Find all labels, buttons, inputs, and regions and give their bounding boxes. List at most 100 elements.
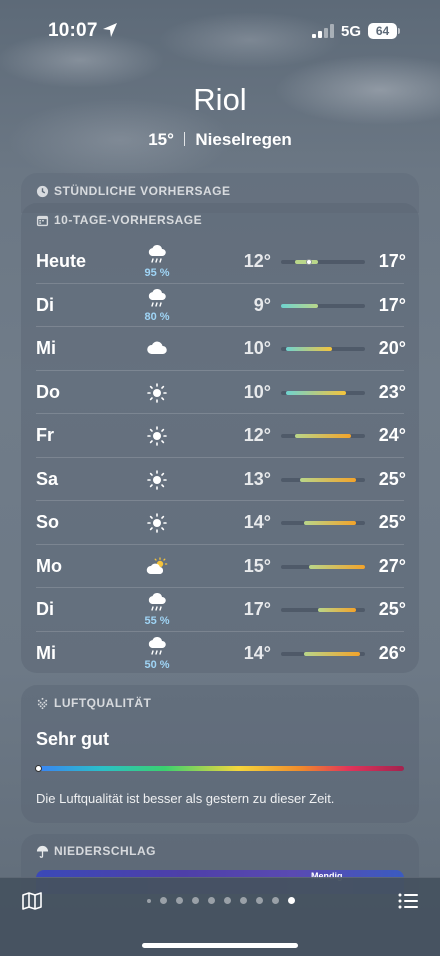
day-name: Di: [36, 599, 54, 619]
page-dot[interactable]: [272, 897, 279, 904]
status-bar: 10:07 5G 64: [0, 0, 440, 54]
sun-icon: [146, 382, 168, 404]
day-name: Sa: [36, 468, 59, 489]
air-quality-header: LUFTQUALITÄT: [36, 696, 151, 710]
day-low-temp: 17°: [243, 599, 271, 619]
battery-tip: [398, 28, 400, 34]
precipitation-header: NIEDERSCHLAG: [36, 844, 156, 858]
temp-range-track: [281, 608, 365, 612]
day-name: Di: [36, 294, 54, 315]
air-quality-card[interactable]: LUFTQUALITÄT Sehr gut Die Luftqualität i…: [21, 685, 419, 823]
temp-range-bar: [295, 434, 351, 438]
day-name: Heute: [36, 251, 87, 271]
day-low-temp: 10°: [243, 338, 271, 358]
temp-range-bar: [304, 651, 361, 656]
day-name: Fr: [36, 425, 54, 445]
page-dot[interactable]: [240, 897, 247, 904]
status-time: 10:07: [48, 20, 98, 41]
day-high-temp: 25°: [378, 599, 406, 619]
daily-header-label: 10-TAGE-VORHERSAGE: [54, 213, 203, 227]
partly-cloudy-icon: [146, 556, 168, 578]
daily-header: 10-TAGE-VORHERSAGE: [36, 213, 202, 227]
rain-cloud-icon: [146, 288, 168, 310]
clock-icon: [36, 185, 49, 197]
page-dot[interactable]: [208, 897, 215, 904]
air-quality-indicator: [35, 765, 42, 772]
air-quality-description: Die Luftqualität ist besser als gestern …: [36, 791, 335, 806]
temp-range-track: [281, 390, 365, 395]
day-low-temp: 13°: [243, 468, 271, 489]
day-row[interactable]: Di 55 % 17° 25°: [36, 588, 406, 632]
day-low-temp: 10°: [243, 381, 271, 402]
precip-probability: 55 %: [144, 615, 170, 627]
day-row[interactable]: So 14° 25°: [36, 501, 406, 545]
day-low-temp: 12°: [243, 425, 271, 445]
air-quality-icon: [37, 697, 48, 709]
day-low-temp: 15°: [243, 555, 271, 576]
temp-range-bar: [318, 608, 356, 612]
day-row[interactable]: Heute 95 % 12° 17°: [36, 240, 406, 284]
precip-probability: 95 %: [144, 267, 170, 279]
calendar-icon: [36, 215, 49, 226]
temp-range-track: [281, 477, 365, 482]
page-indicator[interactable]: [0, 897, 440, 904]
day-row[interactable]: Sa 13° 25°: [36, 458, 406, 501]
air-quality-scale: [36, 766, 404, 771]
day-low-temp: 9°: [253, 294, 271, 315]
day-high-temp: 17°: [378, 294, 406, 315]
temp-range-bar: [299, 477, 356, 482]
day-high-temp: 23°: [378, 381, 406, 402]
home-indicator: [142, 943, 298, 948]
air-quality-value: Sehr gut: [36, 729, 110, 749]
temp-range-track: [281, 651, 365, 656]
temp-range-track: [281, 434, 365, 438]
page-dot[interactable]: [224, 897, 231, 904]
day-name: Mi: [36, 642, 56, 663]
summary-divider: [183, 132, 186, 146]
temp-range-bar: [285, 347, 333, 351]
battery-icon: 64: [368, 23, 397, 39]
day-row[interactable]: Do 10° 23°: [36, 371, 406, 414]
temp-range-bar: [304, 521, 356, 525]
day-row[interactable]: Di 80 % 9° 17°: [36, 284, 406, 327]
day-low-temp: 12°: [243, 251, 271, 271]
temp-range-track: [281, 347, 365, 351]
day-row[interactable]: Fr 12° 24°: [36, 414, 406, 458]
day-row[interactable]: Mi 10° 20°: [36, 327, 406, 371]
daily-forecast-card[interactable]: 10-TAGE-VORHERSAGE Heute 95 % 12° 17° Di 80 %…: [21, 203, 419, 673]
day-high-temp: 25°: [378, 468, 406, 489]
precip-probability: 80 %: [144, 310, 170, 323]
day-high-temp: 20°: [378, 338, 406, 358]
cell-signal-icon: [312, 24, 334, 38]
temp-range-bar: [285, 390, 347, 395]
day-row[interactable]: Mo 15° 27°: [36, 545, 406, 588]
page-dot[interactable]: [176, 897, 183, 904]
page-dot[interactable]: [192, 897, 199, 904]
current-condition: Nieselregen: [195, 130, 292, 149]
air-quality-header-label: LUFTQUALITÄT: [54, 696, 152, 710]
location-arrow-icon: [103, 23, 117, 37]
day-row[interactable]: Mi 50 % 14° 26°: [36, 632, 406, 676]
page-dot[interactable]: [256, 897, 263, 904]
day-high-temp: 26°: [378, 642, 406, 663]
bottom-toolbar: [0, 877, 440, 956]
temp-range-track: [281, 564, 365, 569]
temp-range-track: [281, 303, 365, 308]
hourly-header: STÜNDLICHE VORHERSAGE: [36, 184, 231, 198]
day-name: Mi: [36, 338, 56, 358]
temp-range-bar: [281, 303, 319, 308]
sun-icon: [146, 469, 168, 491]
city-name: Riol: [193, 82, 247, 117]
day-high-temp: 24°: [378, 425, 406, 445]
hourly-header-label: STÜNDLICHE VORHERSAGE: [54, 184, 231, 198]
cloud-icon: [146, 338, 168, 360]
page-dot[interactable]: [288, 897, 295, 904]
rain-cloud-icon: [146, 636, 168, 658]
umbrella-icon: [36, 845, 49, 858]
list-icon[interactable]: [398, 892, 418, 910]
page-dot[interactable]: [147, 898, 151, 903]
rain-cloud-icon: [146, 592, 168, 614]
page-dot[interactable]: [160, 897, 167, 904]
temp-range-track: [281, 259, 365, 265]
day-name: Do: [36, 381, 60, 402]
